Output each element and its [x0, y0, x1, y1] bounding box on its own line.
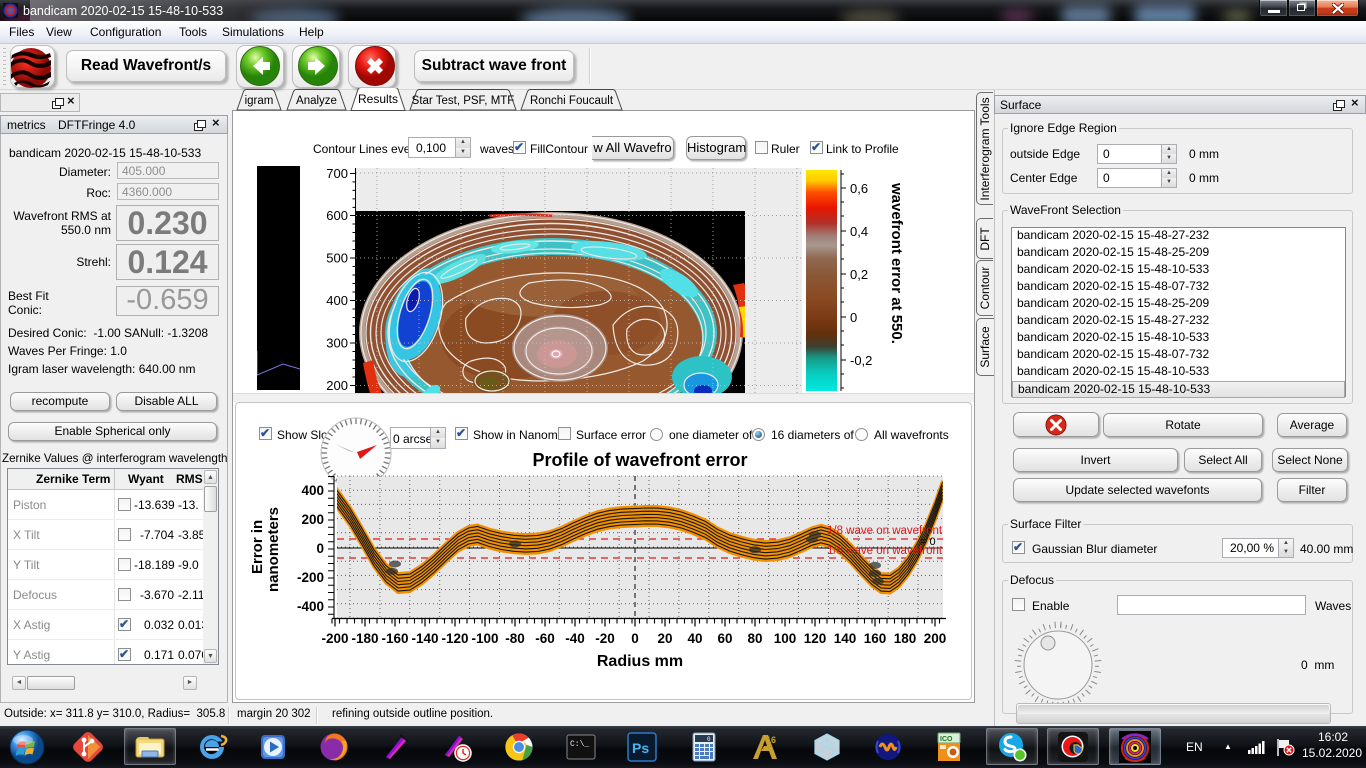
svg-text:500: 500 — [326, 251, 348, 266]
svg-text:Ps: Ps — [632, 740, 649, 756]
svg-text:ICO: ICO — [940, 736, 953, 743]
svg-text:200: 200 — [924, 631, 947, 646]
svg-text:200: 200 — [326, 378, 348, 393]
svg-text:0: 0 — [316, 541, 324, 556]
svg-text:-100: -100 — [471, 631, 498, 646]
svg-text:= 0: = 0 — [920, 536, 936, 548]
svg-text:-0,2: -0,2 — [850, 353, 872, 368]
svg-text:-20: -20 — [595, 631, 615, 646]
svg-text:600: 600 — [326, 208, 348, 223]
svg-text:Results: Results — [358, 92, 398, 106]
svg-text:160: 160 — [864, 631, 887, 646]
svg-text:180: 180 — [894, 631, 917, 646]
svg-text:40: 40 — [687, 631, 702, 646]
svg-text:-160: -160 — [381, 631, 408, 646]
svg-text:400: 400 — [326, 293, 348, 308]
svg-text:-200: -200 — [297, 570, 324, 585]
svg-text:-180: -180 — [351, 631, 378, 646]
svg-text:Error innanometers: Error innanometers — [249, 507, 282, 592]
svg-text:0,4: 0,4 — [850, 224, 868, 239]
svg-text:igram: igram — [245, 95, 274, 107]
svg-text:60: 60 — [717, 631, 732, 646]
svg-text:-140: -140 — [411, 631, 438, 646]
svg-text:80: 80 — [747, 631, 762, 646]
svg-text:0: 0 — [707, 736, 711, 743]
svg-text:100: 100 — [774, 631, 797, 646]
svg-text:140: 140 — [834, 631, 857, 646]
svg-text:Star Test, PSF, MTF: Star Test, PSF, MTF — [412, 95, 515, 107]
svg-text:-400: -400 — [297, 599, 324, 614]
svg-text:Analyze: Analyze — [296, 95, 337, 107]
svg-text:400: 400 — [301, 483, 324, 498]
svg-text:0: 0 — [631, 631, 639, 646]
svg-text:wavefront error at 550.: wavefront error at 550. — [888, 182, 905, 344]
svg-text:20: 20 — [657, 631, 672, 646]
svg-text:700: 700 — [326, 166, 348, 181]
svg-text:-80: -80 — [505, 631, 525, 646]
svg-text:Ronchi Foucault: Ronchi Foucault — [530, 95, 614, 107]
svg-text:-40: -40 — [565, 631, 585, 646]
svg-text:0,2: 0,2 — [850, 267, 868, 282]
svg-text:-60: -60 — [535, 631, 555, 646]
svg-text:300: 300 — [326, 336, 348, 351]
svg-text:0: 0 — [850, 310, 857, 325]
svg-text:0,6: 0,6 — [850, 181, 868, 196]
svg-text:C:\_: C:\_ — [570, 740, 589, 749]
svg-text:200: 200 — [301, 512, 324, 527]
svg-text:120: 120 — [804, 631, 827, 646]
svg-text:-200: -200 — [321, 631, 348, 646]
svg-text:Radius mm: Radius mm — [597, 653, 683, 670]
svg-text:-120: -120 — [441, 631, 468, 646]
svg-text:16: 16 — [766, 735, 776, 745]
